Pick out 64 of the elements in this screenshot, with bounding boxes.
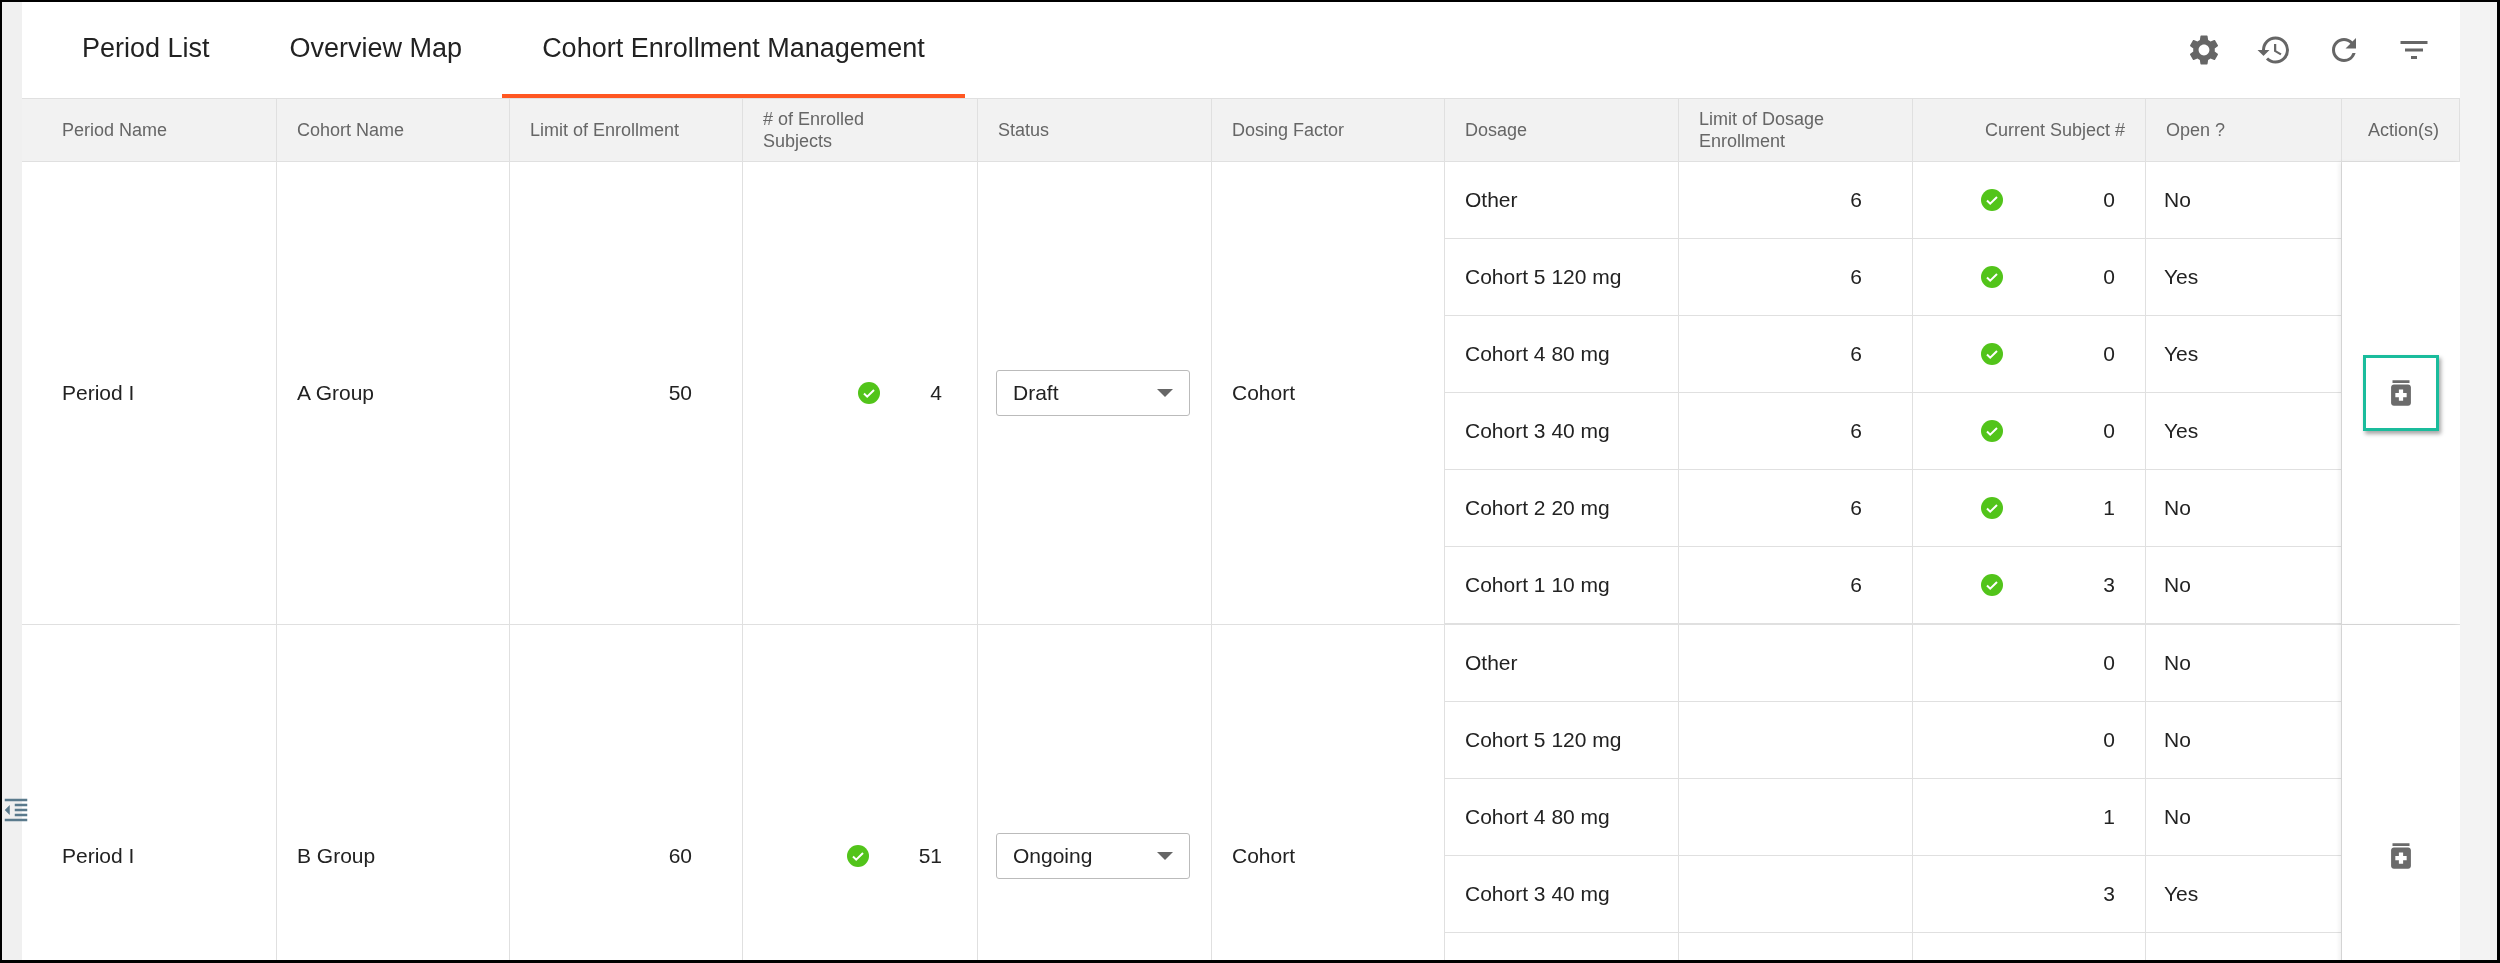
current-subject-cell-text: 3 [2103, 881, 2115, 908]
column-header: Period Name [62, 119, 168, 141]
dosage-limit-cell-text: 6 [1850, 418, 1862, 445]
open-cell-text: No [2164, 727, 2191, 754]
cohort-name-cell-text: A Group [297, 380, 375, 407]
column-header: Dosage [1465, 119, 1528, 141]
current-subject-cell-text: 3 [2103, 572, 2115, 599]
dosage-cell-text: Cohort 3 40 mg [1465, 881, 1610, 908]
current-subject-cell-text: 0 [2103, 650, 2115, 677]
column-header: Limit of Dosage Enrollment [1699, 108, 1826, 152]
caret-icon [1157, 852, 1173, 860]
current-subject-cell-text: 1 [2103, 495, 2115, 522]
open-cell-text: No [2164, 187, 2191, 214]
current-subject-cell-text: 0 [2103, 341, 2115, 368]
enrolled-count-cell-text: 51 [918, 843, 942, 870]
dosage-cell-text: Cohort 5 120 mg [1465, 727, 1622, 754]
dosage-cell-text: Cohort 5 120 mg [1465, 264, 1622, 291]
current-subject-cell-text: 0 [2103, 418, 2115, 445]
open-cell-text: Yes [2164, 881, 2199, 908]
dosage-cell-text: Cohort 1 10 mg [1465, 572, 1610, 599]
dosage-limit-cell-text: 6 [1850, 495, 1862, 522]
current-subject-cell-text: 0 [2103, 264, 2115, 291]
column-header: # of Enrolled Subjects [763, 108, 866, 152]
open-cell-text: Yes [2164, 264, 2199, 291]
column-header: Dosing Factor [1232, 119, 1345, 141]
caret-icon [1157, 389, 1173, 397]
open-cell-text: Yes [2164, 418, 2199, 445]
current-subject-cell-text: 0 [2103, 727, 2115, 754]
dosage-limit-cell-text: 6 [1850, 187, 1862, 214]
cohort-name-cell-text: B Group [297, 843, 376, 870]
column-header: Action(s) [2368, 119, 2439, 141]
open-cell-text: No [2164, 804, 2191, 831]
tab[interactable]: Period List [42, 2, 250, 98]
open-cell-text: No [2164, 650, 2191, 677]
dosage-limit-cell-text: 6 [1850, 264, 1862, 291]
current-subject-cell-text: 1 [2103, 804, 2115, 831]
tab[interactable]: Overview Map [249, 2, 503, 98]
enrollment-limit-cell-text: 50 [668, 380, 692, 407]
dosing-factor-cell-text: Cohort [1232, 380, 1296, 407]
open-cell-text: Yes [2164, 341, 2199, 368]
column-header: Cohort Name [297, 119, 405, 141]
open-cell-text: No [2164, 495, 2191, 522]
dosage-cell-text: Other [1465, 650, 1518, 677]
dosage-limit-cell-text: 6 [1850, 341, 1862, 368]
dosage-cell-text: Cohort 2 20 mg [1465, 495, 1610, 522]
status-dropdown[interactable]: Ongoing [996, 833, 1190, 879]
dosing-factor-cell-text: Cohort [1232, 843, 1296, 870]
enrolled-count-cell-text: 4 [930, 380, 942, 407]
dosage-limit-cell-text: 6 [1850, 572, 1862, 599]
column-header: Current Subject # [1984, 119, 2125, 141]
column-header: Limit of Enrollment [530, 119, 680, 141]
status-dropdown[interactable]: Draft [996, 370, 1190, 416]
column-header: Open ? [2166, 119, 2226, 141]
current-subject-cell-text: 0 [2103, 187, 2115, 214]
open-cell-text: No [2164, 572, 2191, 599]
period-name-cell-text: Period I [62, 380, 135, 407]
dosage-cell-text: Other [1465, 187, 1518, 214]
enrollment-limit-cell-text: 60 [668, 843, 692, 870]
dosage-cell-text: Cohort 3 40 mg [1465, 418, 1610, 445]
period-name-cell-text: Period I [62, 843, 135, 870]
dosage-cell-text: Cohort 4 80 mg [1465, 341, 1610, 368]
dosage-cell-text: Cohort 4 80 mg [1465, 804, 1610, 831]
column-header: Status [998, 119, 1050, 141]
add-medication-button[interactable] [2363, 355, 2439, 431]
